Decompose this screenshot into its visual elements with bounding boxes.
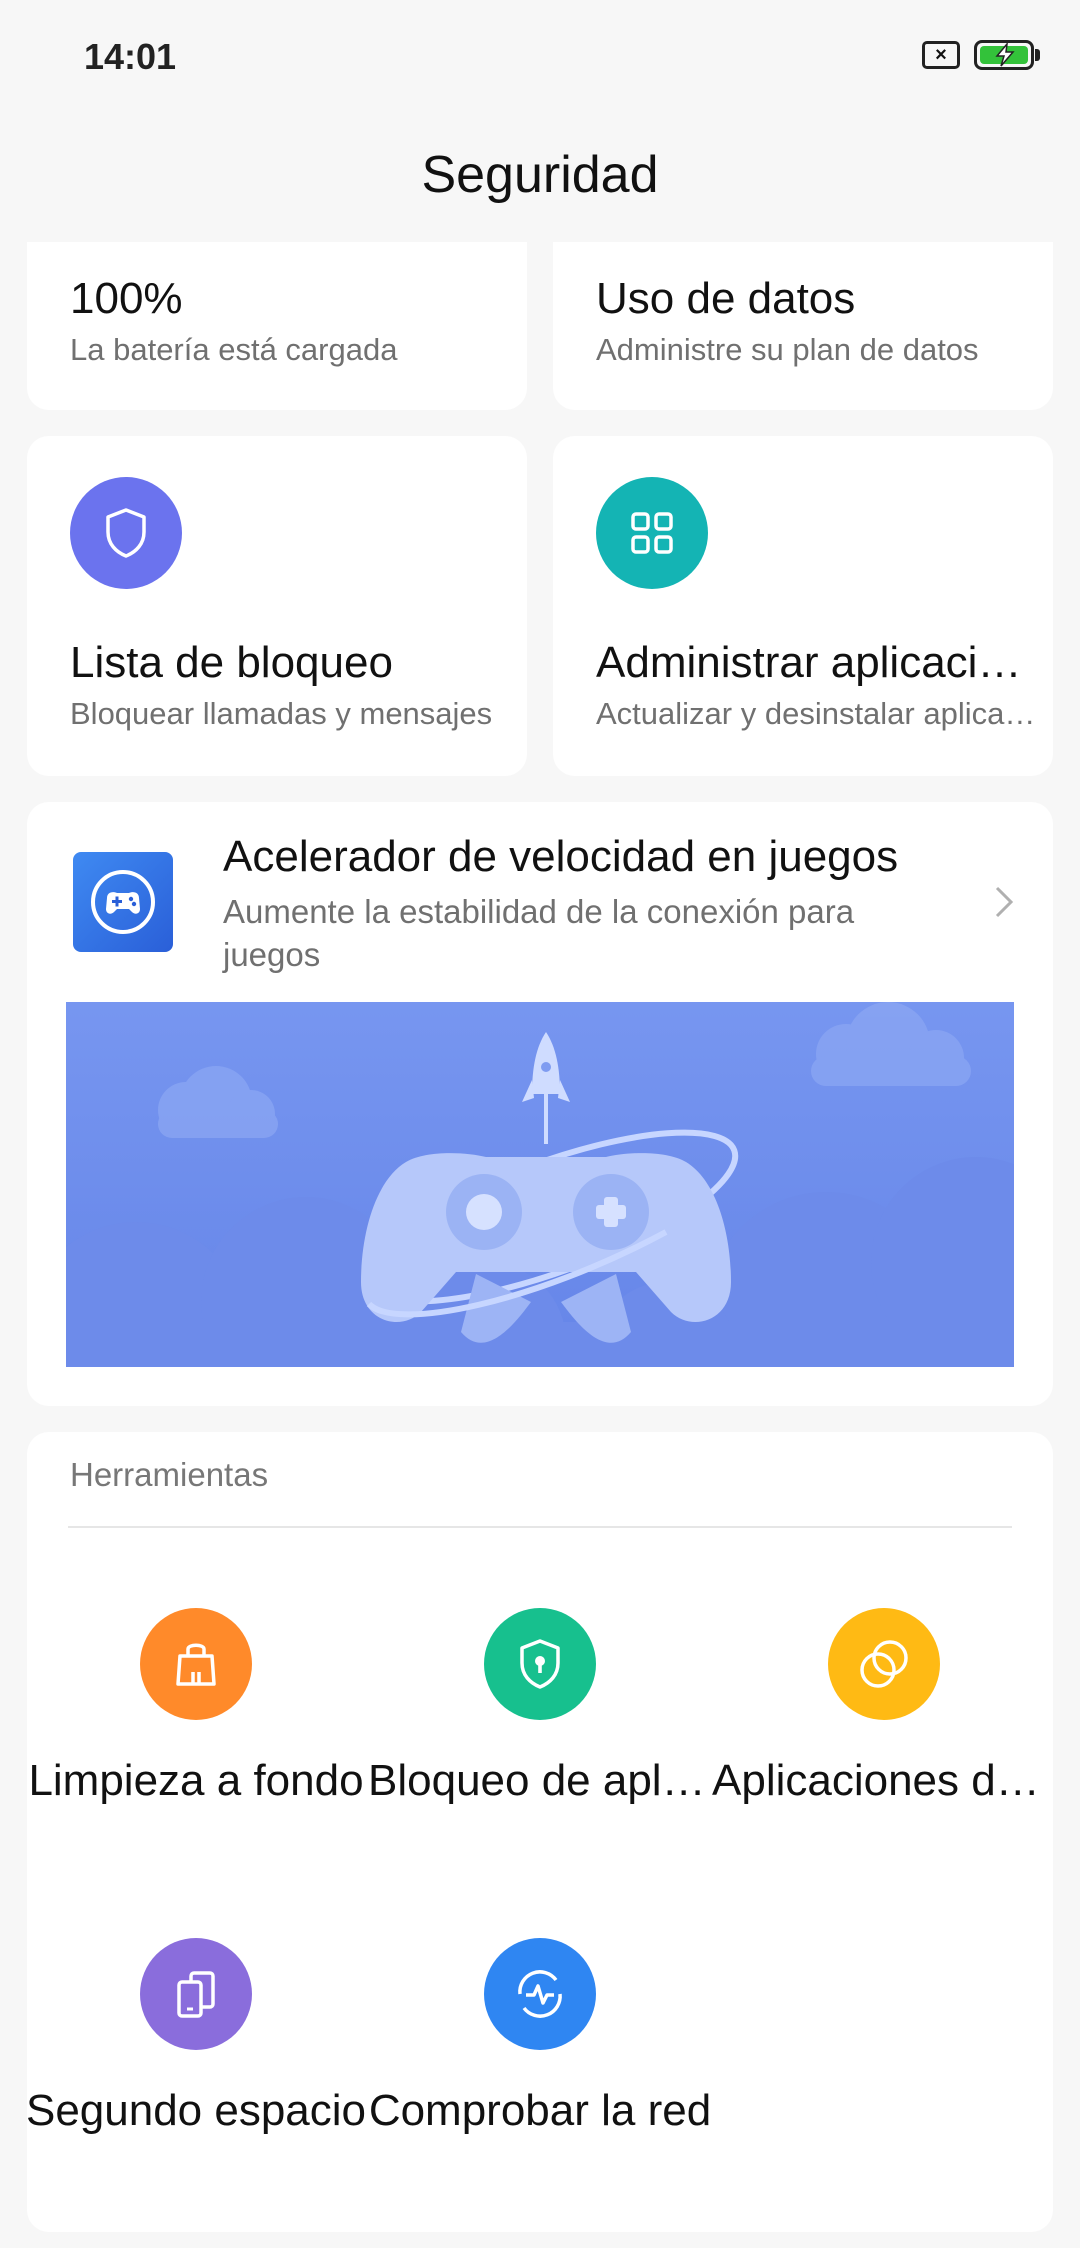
battery-status: La batería está cargada	[70, 332, 398, 367]
data-usage-card[interactable]: Uso de datos Administre su plan de datos	[553, 242, 1053, 410]
tool-label: Limpieza a fondo	[28, 1756, 364, 1805]
tool-label: Segundo espacio	[25, 2086, 367, 2135]
data-usage-subtitle: Administre su plan de datos	[596, 332, 979, 367]
game-accelerator-banner[interactable]	[66, 1002, 1014, 1367]
tool-network-check[interactable]: Comprobar la red	[368, 1938, 712, 2198]
battery-card[interactable]: 100% La batería está cargada	[27, 242, 527, 410]
manage-apps-card[interactable]: Administrar aplicaciones Actualizar y de…	[553, 436, 1053, 776]
status-time: 14:01	[84, 36, 177, 77]
data-usage-title: Uso de datos	[596, 274, 856, 323]
tool-label: Aplicaciones dobles	[712, 1756, 1056, 1805]
tool-deep-cleaning[interactable]: Limpieza a fondo	[24, 1608, 368, 1868]
status-icons: ×	[922, 40, 1040, 70]
tool-app-lock[interactable]: Bloqueo de aplicaciones	[368, 1608, 712, 1868]
tool-second-space[interactable]: Segundo espacio	[24, 1938, 368, 2198]
status-bar: 14:01 ×	[0, 0, 1080, 120]
dual-circles-icon	[828, 1608, 940, 1720]
cleaning-bag-icon	[140, 1608, 252, 1720]
second-space-icon	[140, 1938, 252, 2050]
block-list-subtitle: Bloquear llamadas y mensajes	[70, 696, 493, 731]
shield-lock-icon	[484, 1608, 596, 1720]
shield-icon	[70, 477, 182, 589]
sim-off-icon: ×	[922, 41, 960, 69]
grid-icon	[596, 477, 708, 589]
manage-apps-subtitle: Actualizar y desinstalar aplicaciones	[596, 696, 1041, 731]
page-title: Seguridad	[421, 146, 659, 204]
gamepad-icon	[73, 852, 173, 952]
tool-label: Comprobar la red	[368, 2086, 712, 2135]
tool-label: Bloqueo de aplicaciones	[368, 1756, 712, 1805]
manage-apps-title: Administrar aplicaciones	[596, 638, 1041, 687]
tools-divider	[68, 1526, 1012, 1528]
block-list-title: Lista de bloqueo	[70, 638, 393, 687]
battery-percentage: 100%	[70, 274, 183, 323]
block-list-card[interactable]: Lista de bloqueo Bloquear llamadas y men…	[27, 436, 527, 776]
game-accelerator-title: Acelerador de velocidad en juegos	[223, 832, 899, 881]
battery-charging-icon	[974, 40, 1040, 70]
tool-dual-apps[interactable]: Aplicaciones dobles	[712, 1608, 1056, 1868]
network-pulse-icon	[484, 1938, 596, 2050]
tools-header: Herramientas	[70, 1456, 269, 1493]
game-accelerator-subtitle: Aumente la estabilidad de la conexión pa…	[223, 893, 855, 973]
chevron-right-icon[interactable]	[989, 882, 1019, 922]
